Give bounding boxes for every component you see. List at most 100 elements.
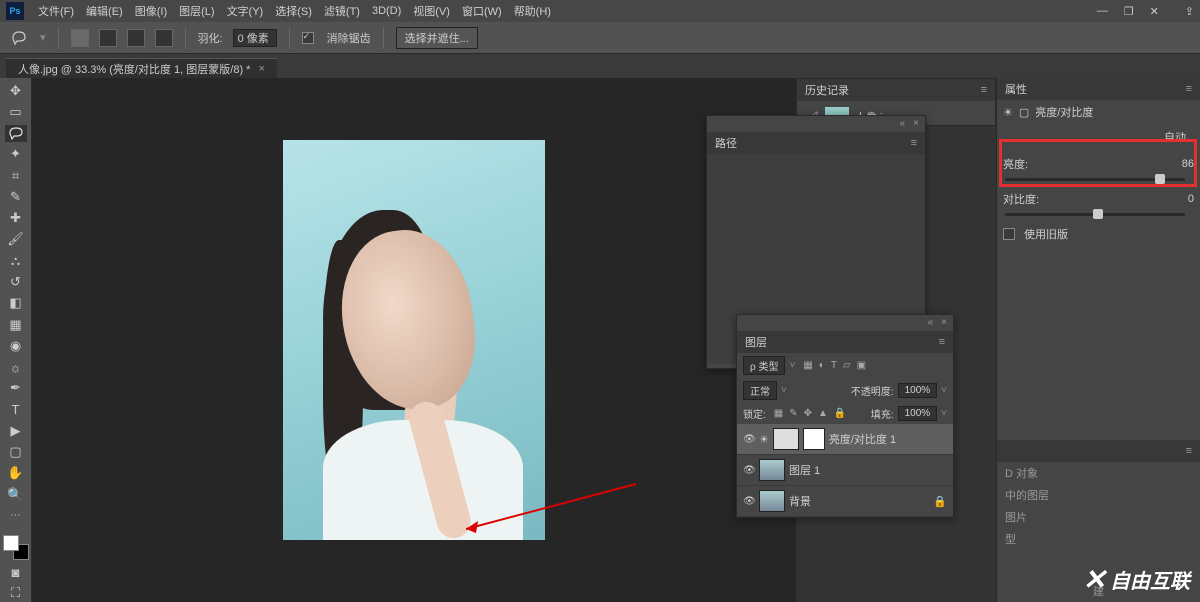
- screenmode-toggle[interactable]: ⛶: [5, 585, 27, 602]
- visibility-icon[interactable]: [743, 433, 755, 445]
- properties-panel-title[interactable]: 属性: [1005, 81, 1027, 97]
- tab-close-icon[interactable]: ×: [258, 63, 264, 75]
- mask-thumbnail[interactable]: [803, 428, 825, 450]
- layer-kind-dropdown[interactable]: ρ 类型: [743, 356, 785, 375]
- layer-row[interactable]: 图层 1: [737, 455, 953, 486]
- menu-3d[interactable]: 3D(D): [366, 5, 407, 17]
- layer-row[interactable]: 背景 🔒: [737, 486, 953, 517]
- document-tab[interactable]: 人像.jpg @ 33.3% (亮度/对比度 1, 图层蒙版/8) * ×: [6, 58, 277, 78]
- panel-close-icon[interactable]: ×: [941, 317, 947, 329]
- lasso-tool[interactable]: [5, 125, 27, 142]
- layers-panel-title[interactable]: 图层: [745, 334, 767, 350]
- lock-pixels-icon[interactable]: ▦: [774, 408, 783, 419]
- history-panel-title[interactable]: 历史记录: [805, 82, 849, 98]
- layer-name[interactable]: 背景: [789, 493, 811, 509]
- fill-value[interactable]: 100%: [898, 406, 938, 421]
- history-brush-tool[interactable]: ↺: [5, 273, 27, 290]
- brush-tool[interactable]: 🖌: [5, 231, 27, 248]
- dodge-tool[interactable]: ☼: [5, 358, 27, 375]
- layer-row[interactable]: ☀ 亮度/对比度 1: [737, 424, 953, 455]
- path-selection-tool[interactable]: ▶: [5, 422, 27, 439]
- three-d-row[interactable]: 型: [997, 528, 1200, 550]
- paths-panel-title[interactable]: 路径: [715, 135, 737, 151]
- minimize-icon[interactable]: —: [1097, 5, 1108, 18]
- document-tabbar: 人像.jpg @ 33.3% (亮度/对比度 1, 图层蒙版/8) * ×: [0, 54, 1200, 78]
- filter-pixel-icon[interactable]: ▦: [803, 360, 812, 371]
- panel-close-icon[interactable]: ×: [913, 118, 919, 130]
- panel-menu-icon[interactable]: ≡: [939, 336, 945, 348]
- blur-tool[interactable]: ◉: [5, 337, 27, 354]
- zoom-tool[interactable]: 🔍: [5, 486, 27, 503]
- panel-menu-icon[interactable]: ≡: [981, 84, 987, 96]
- lock-icon[interactable]: 🔒: [933, 495, 947, 508]
- panel-menu-icon[interactable]: ≡: [1186, 83, 1192, 95]
- selection-add-icon[interactable]: [99, 29, 117, 47]
- blend-mode-dropdown[interactable]: 正常: [743, 381, 777, 400]
- menu-file[interactable]: 文件(F): [32, 3, 80, 19]
- rectangle-tool[interactable]: ▢: [5, 444, 27, 461]
- visibility-icon[interactable]: [743, 464, 755, 476]
- layer-name[interactable]: 图层 1: [789, 462, 820, 478]
- lock-all-icon[interactable]: 🔒: [834, 408, 846, 419]
- filter-smart-icon[interactable]: ▣: [857, 360, 866, 371]
- antialias-checkbox[interactable]: [302, 32, 314, 44]
- quickmask-toggle[interactable]: ◙: [5, 564, 27, 581]
- selection-intersect-icon[interactable]: [155, 29, 173, 47]
- menu-select[interactable]: 选择(S): [269, 3, 318, 19]
- share-icon[interactable]: ⇪: [1185, 5, 1194, 18]
- healing-brush-tool[interactable]: ✚: [5, 210, 27, 227]
- gradient-tool[interactable]: ▦: [5, 316, 27, 333]
- three-d-row[interactable]: 中的图层: [997, 484, 1200, 506]
- toolbox-more[interactable]: ⋯: [5, 507, 27, 524]
- fg-bg-color[interactable]: [3, 535, 29, 560]
- canvas[interactable]: [32, 78, 796, 602]
- menu-edit[interactable]: 编辑(E): [80, 3, 129, 19]
- layer-thumbnail[interactable]: [759, 459, 785, 481]
- legacy-checkbox[interactable]: [1003, 228, 1015, 240]
- panel-menu-icon[interactable]: ≡: [1186, 445, 1192, 457]
- clone-stamp-tool[interactable]: ⛬: [5, 252, 27, 269]
- menu-filter[interactable]: 滤镜(T): [318, 3, 366, 19]
- filter-shape-icon[interactable]: ▱: [843, 360, 851, 371]
- eraser-tool[interactable]: ◧: [5, 295, 27, 312]
- lock-art-icon[interactable]: ▲: [818, 408, 828, 419]
- maximize-icon[interactable]: ❐: [1124, 5, 1134, 18]
- opacity-value[interactable]: 100%: [898, 383, 938, 398]
- select-and-mask-button[interactable]: 选择并遮住...: [396, 27, 478, 49]
- eyedropper-tool[interactable]: ✎: [5, 188, 27, 205]
- type-tool[interactable]: T: [5, 401, 27, 418]
- visibility-icon[interactable]: [743, 495, 755, 507]
- filter-adjust-icon[interactable]: ◐: [819, 360, 825, 371]
- contrast-value[interactable]: 0: [1188, 193, 1194, 205]
- hand-tool[interactable]: ✋: [5, 465, 27, 482]
- fg-color-swatch[interactable]: [3, 535, 19, 551]
- layer-thumbnail[interactable]: [759, 490, 785, 512]
- pen-tool[interactable]: ✒: [5, 380, 27, 397]
- menu-layer[interactable]: 图层(L): [173, 3, 220, 19]
- menu-view[interactable]: 视图(V): [407, 3, 456, 19]
- contrast-slider[interactable]: [1005, 213, 1185, 216]
- crop-tool[interactable]: ⌗: [5, 167, 27, 184]
- close-icon[interactable]: ✕: [1150, 5, 1159, 18]
- selection-subtract-icon[interactable]: [127, 29, 145, 47]
- move-tool[interactable]: ✥: [5, 82, 27, 99]
- panel-menu-icon[interactable]: ≡: [911, 137, 917, 149]
- menu-image[interactable]: 图像(I): [129, 3, 173, 19]
- layer-name[interactable]: 亮度/对比度 1: [829, 431, 896, 447]
- lasso-tool-icon[interactable]: [8, 27, 30, 49]
- panel-collapse-icon[interactable]: «: [900, 118, 906, 130]
- lock-position-icon[interactable]: ✥: [804, 408, 812, 419]
- feather-input[interactable]: [233, 29, 277, 47]
- lock-brush-icon[interactable]: ✎: [789, 408, 797, 419]
- filter-type-icon[interactable]: T: [831, 360, 837, 371]
- panel-collapse-icon[interactable]: «: [928, 317, 934, 329]
- three-d-row[interactable]: 图片: [997, 506, 1200, 528]
- brightness-slider[interactable]: [1005, 178, 1185, 181]
- marquee-tool[interactable]: ▭: [5, 103, 27, 120]
- menu-type[interactable]: 文字(Y): [221, 3, 270, 19]
- menu-help[interactable]: 帮助(H): [508, 3, 557, 19]
- menu-window[interactable]: 窗口(W): [456, 3, 508, 19]
- selection-new-icon[interactable]: [71, 29, 89, 47]
- magic-wand-tool[interactable]: ✦: [5, 146, 27, 163]
- layer-thumbnail[interactable]: [773, 428, 799, 450]
